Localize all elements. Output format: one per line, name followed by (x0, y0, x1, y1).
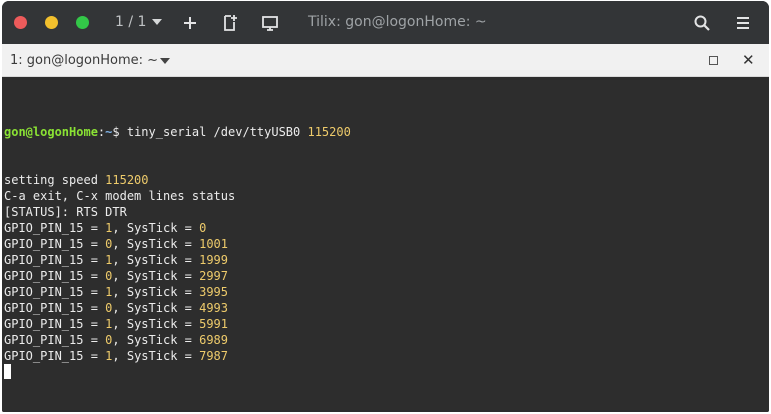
sidebar-toggle-icon[interactable] (260, 13, 280, 33)
terminal-line-text: C-a exit, C-x modem lines status (4, 189, 236, 203)
terminal-line: GPIO_PIN_15 = 1, SysTick = 3995 (4, 284, 351, 300)
prompt-symbol: $ (112, 125, 120, 139)
terminal-line-num2: 5991 (199, 317, 228, 331)
terminal-line-text2: , SysTick = (112, 317, 200, 331)
terminal-line-num2: 1999 (199, 253, 228, 267)
terminal-line-text2: , SysTick = (112, 285, 200, 299)
terminal-line-text: GPIO_PIN_15 = (4, 333, 106, 347)
prompt-user: gon@logonHome (4, 125, 98, 139)
close-window-button[interactable] (14, 16, 27, 29)
terminal-line-text2: , SysTick = (112, 269, 200, 283)
add-terminal-icon[interactable] (220, 13, 240, 33)
terminal-line-text: GPIO_PIN_15 = (4, 285, 106, 299)
terminal-line: GPIO_PIN_15 = 0, SysTick = 1001 (4, 236, 351, 252)
terminal-line: GPIO_PIN_15 = 0, SysTick = 2997 (4, 268, 351, 284)
terminal-line-num2: 2997 (199, 269, 228, 283)
terminal-line-text: GPIO_PIN_15 = (4, 317, 106, 331)
terminal-tab-bar: 1: gon@logonHome: ~ ✕ (2, 44, 769, 77)
terminal-line-text: GPIO_PIN_15 = (4, 237, 106, 251)
hamburger-menu-icon[interactable] (733, 13, 753, 33)
terminal-line-text2: , SysTick = (112, 333, 200, 347)
prompt-line: gon@logonHome:~$ tiny_serial /dev/ttyUSB… (4, 124, 351, 140)
terminal-line: GPIO_PIN_15 = 1, SysTick = 1999 (4, 252, 351, 268)
terminal-line-num2: 1001 (199, 237, 228, 251)
terminal-line: GPIO_PIN_15 = 1, SysTick = 0 (4, 220, 351, 236)
add-session-plus-icon[interactable] (180, 13, 200, 33)
session-menu-chevron-down-icon[interactable] (152, 19, 162, 25)
terminal-line-num2: 4993 (199, 301, 228, 315)
terminal-line: [STATUS]: RTS DTR (4, 204, 351, 220)
terminal-line-num: 115200 (105, 173, 149, 187)
terminal-line-text: setting speed (4, 173, 106, 187)
terminal-line: GPIO_PIN_15 = 1, SysTick = 7987 (4, 348, 351, 364)
terminal-line-text: [STATUS]: RTS DTR (4, 205, 127, 219)
terminal-line-num2: 3995 (199, 285, 228, 299)
terminal-line-text2: , SysTick = (112, 301, 200, 315)
terminal-line-num2: 6989 (199, 333, 228, 347)
close-terminal-icon[interactable]: ✕ (742, 51, 755, 69)
terminal-line: setting speed 115200 (4, 172, 351, 188)
terminal-menu-chevron-down-icon[interactable] (160, 58, 170, 64)
terminal-line-num2: 0 (199, 221, 207, 235)
terminal-line-text: GPIO_PIN_15 = (4, 301, 106, 315)
minimize-window-button[interactable] (45, 16, 58, 29)
terminal-output[interactable]: gon@logonHome:~$ tiny_serial /dev/ttyUSB… (2, 77, 769, 412)
session-count[interactable]: 1 / 1 (115, 14, 146, 30)
terminal-line-text: GPIO_PIN_15 = (4, 253, 106, 267)
command-text: tiny_serial /dev/ttyUSB0 (119, 125, 308, 139)
terminal-line: C-a exit, C-x modem lines status (4, 188, 351, 204)
maximize-window-button[interactable] (76, 16, 89, 29)
terminal-line: GPIO_PIN_15 = 0, SysTick = 6989 (4, 332, 351, 348)
tilix-window: 1 / 1 Tilix: gon@logonHome: ~ 1: gon@log… (2, 1, 769, 412)
terminal-line-text2: , SysTick = (112, 221, 200, 235)
terminal-line: GPIO_PIN_15 = 1, SysTick = 5991 (4, 316, 351, 332)
terminal-line-text2: , SysTick = (112, 349, 200, 363)
terminal-line-text2: , SysTick = (112, 237, 200, 251)
title-bar: 1 / 1 Tilix: gon@logonHome: ~ (2, 1, 769, 44)
window-title: Tilix: gon@logonHome: ~ (308, 14, 487, 30)
terminal-line-text2: , SysTick = (112, 253, 200, 267)
terminal-title-label[interactable]: 1: gon@logonHome: ~ (10, 53, 158, 68)
terminal-line-text: GPIO_PIN_15 = (4, 269, 106, 283)
search-icon[interactable] (692, 13, 712, 33)
terminal-line-text: GPIO_PIN_15 = (4, 221, 106, 235)
cursor-line (4, 364, 351, 380)
maximize-terminal-icon[interactable] (709, 56, 718, 65)
terminal-line-num2: 7987 (199, 349, 228, 363)
command-baud: 115200 (307, 125, 351, 139)
terminal-line-text: GPIO_PIN_15 = (4, 349, 106, 363)
terminal-cursor (4, 364, 11, 379)
terminal-line: GPIO_PIN_15 = 0, SysTick = 4993 (4, 300, 351, 316)
